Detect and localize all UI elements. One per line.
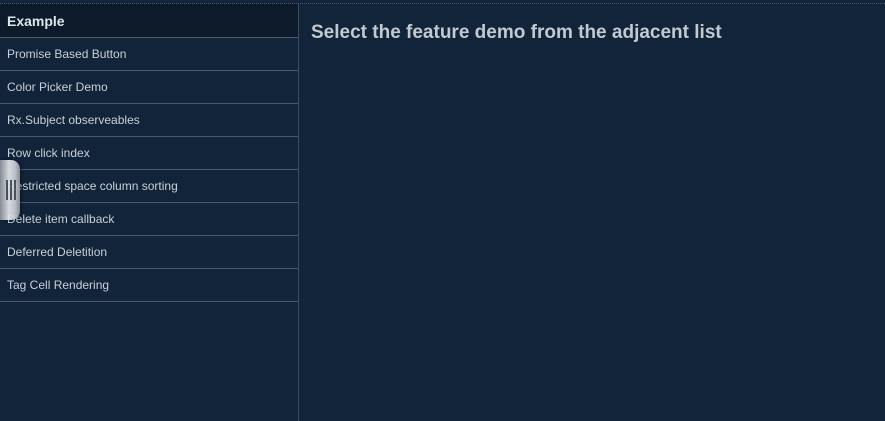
main-content: Select the feature demo from the adjacen…: [299, 4, 885, 421]
grip-line: [6, 180, 8, 200]
sidebar-item-rx-subject-observeables[interactable]: Rx.Subject observeables: [0, 104, 298, 137]
sidebar-item-row-click-index[interactable]: Row click index: [0, 137, 298, 170]
app-window: Example Promise Based Button Color Picke…: [0, 0, 885, 421]
sidebar: Example Promise Based Button Color Picke…: [0, 4, 299, 421]
sidebar-item-restricted-space-column-sorting[interactable]: Restricted space column sorting: [0, 170, 298, 203]
sidebar-item-color-picker-demo[interactable]: Color Picker Demo: [0, 71, 298, 104]
sidebar-item-delete-item-callback[interactable]: Delete item callback: [0, 203, 298, 236]
page-title: Select the feature demo from the adjacen…: [311, 22, 722, 43]
drag-handle-icon[interactable]: [0, 160, 20, 220]
sidebar-item-deferred-deletition[interactable]: Deferred Deletition: [0, 236, 298, 269]
sidebar-item-promise-based-button[interactable]: Promise Based Button: [0, 38, 298, 71]
grip-line: [14, 180, 16, 200]
grip-line: [10, 180, 12, 200]
sidebar-header: Example: [0, 4, 298, 38]
sidebar-item-tag-cell-rendering[interactable]: Tag Cell Rendering: [0, 269, 298, 302]
